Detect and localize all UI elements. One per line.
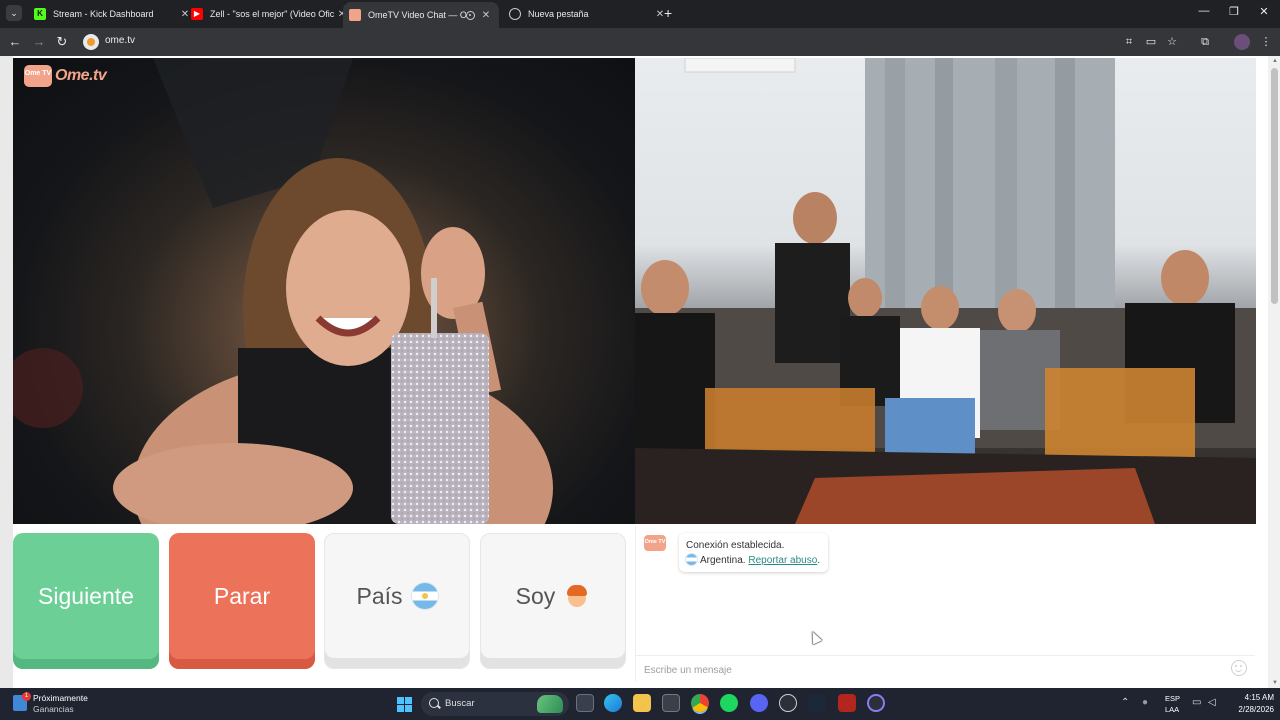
- spotify-icon[interactable]: [720, 694, 738, 712]
- next-button[interactable]: Siguiente: [13, 533, 159, 669]
- windows-start-icon[interactable]: [397, 697, 412, 712]
- search-highlight-icon: [537, 695, 563, 713]
- tab-title: Nueva pestaña: [528, 9, 589, 19]
- chrome-icon[interactable]: [691, 694, 709, 712]
- taskbar-clock-time[interactable]: 4:15 AM: [1234, 693, 1274, 702]
- ometv-icon: [349, 9, 361, 21]
- tab-close-icon[interactable]: ✕: [479, 10, 493, 21]
- widgets-badge: 1: [22, 692, 31, 701]
- reload-icon[interactable]: ↻: [54, 34, 70, 50]
- ometv-chat-badge-icon: Ome TV: [644, 535, 666, 551]
- input-language[interactable]: ESP: [1165, 694, 1180, 703]
- country-button-label: País: [356, 582, 403, 609]
- steam-icon[interactable]: [808, 694, 826, 712]
- recording-indicator-icon: [466, 10, 475, 20]
- emoji-picker-icon[interactable]: [1231, 660, 1247, 676]
- widget-subtitle[interactable]: Ganancias: [33, 704, 74, 714]
- obs-studio-icon[interactable]: [867, 694, 885, 712]
- system-message-bubble: Conexión establecida. Argentina. Reporta…: [679, 533, 829, 572]
- gender-button-label: Soy: [515, 582, 556, 609]
- extensions-icon[interactable]: ⧉: [1198, 35, 1212, 49]
- page-margin: [0, 56, 13, 688]
- tab-search-icon[interactable]: ⌄: [6, 5, 22, 21]
- microsoft-store-icon[interactable]: [662, 694, 680, 712]
- file-explorer-icon[interactable]: [633, 694, 651, 712]
- report-abuse-link[interactable]: Reportar abuso: [748, 555, 817, 566]
- app-icon[interactable]: [779, 694, 797, 712]
- forward-arrow-icon[interactable]: →: [31, 34, 47, 50]
- menu-kebab-icon[interactable]: ⋮: [1259, 35, 1273, 49]
- taskbar-search-box[interactable]: Buscar: [421, 692, 569, 716]
- page-scrollbar[interactable]: ▲ ▼: [1268, 56, 1280, 688]
- ometv-logo-wordmark: Ome.tv: [55, 67, 107, 84]
- game-launcher-icon[interactable]: [838, 694, 856, 712]
- tab-title: OmeTV Video Chat — Ome: [368, 10, 466, 20]
- tab-ometv[interactable]: OmeTV Video Chat — Ome ✕: [343, 2, 499, 28]
- ometv-logo-icon: Ome TV: [24, 65, 52, 87]
- restore-icon[interactable]: ❐: [1224, 5, 1244, 18]
- gender-selector-button[interactable]: Soy: [480, 533, 626, 669]
- ometv-logo[interactable]: Ome TV Ome.tv: [24, 65, 107, 87]
- back-arrow-icon[interactable]: ←: [7, 34, 23, 50]
- argentina-flag-icon: [411, 583, 438, 609]
- address-bar[interactable]: ome.tv: [105, 35, 135, 46]
- microphone-icon[interactable]: ●: [1142, 697, 1148, 708]
- ometv-page: Ome TV Ome.tv Siguiente Parar País Soy O…: [0, 56, 1280, 688]
- show-hidden-icons-chevron-icon[interactable]: ⌃: [1121, 697, 1129, 708]
- argentina-flag-icon: [686, 554, 697, 565]
- window-close-icon[interactable]: ✕: [1254, 5, 1274, 18]
- partner-country: Argentina.: [700, 555, 746, 566]
- network-icon[interactable]: ▭: [1192, 697, 1201, 708]
- youtube-icon: ▶: [191, 8, 203, 20]
- search-placeholder: Buscar: [445, 698, 475, 709]
- country-selector-button[interactable]: País: [324, 533, 470, 669]
- connection-status-text: Conexión establecida.: [686, 540, 785, 551]
- partner-country-line: Argentina. Reportar abuso.: [686, 553, 820, 568]
- widget-title[interactable]: Próximamente: [33, 693, 88, 703]
- browser-tab-strip: ⌄ K Stream - Kick Dashboard ✕ ▶ Zell - "…: [0, 0, 1280, 28]
- kick-icon: K: [34, 8, 46, 20]
- tab-title: Zell - "sos el mejor" (Video Ofic: [210, 9, 335, 19]
- profile-avatar-icon[interactable]: [1234, 34, 1250, 50]
- minimize-icon[interactable]: —: [1194, 5, 1214, 17]
- tab-youtube-video[interactable]: ▶ Zell - "sos el mejor" (Video Ofic ✕: [185, 2, 355, 26]
- cast-icon[interactable]: ▭: [1144, 35, 1158, 49]
- tab-kick-dashboard[interactable]: K Stream - Kick Dashboard ✕: [28, 2, 198, 26]
- next-button-label: Siguiente: [38, 582, 134, 609]
- scroll-up-icon[interactable]: ▲: [1272, 58, 1278, 64]
- edge-browser-icon[interactable]: [604, 694, 622, 712]
- globe-icon: [509, 8, 521, 20]
- stop-button[interactable]: Parar: [169, 533, 315, 669]
- stranger-video: Ome TV Ome.tv: [13, 58, 635, 524]
- self-camera-frame: [635, 58, 1256, 524]
- translate-icon[interactable]: ⌗: [1122, 35, 1136, 49]
- boy-avatar-icon: [564, 583, 590, 609]
- tab-new-tab[interactable]: Nueva pestaña ✕: [503, 2, 673, 26]
- stop-button-label: Parar: [213, 582, 271, 609]
- site-info-icon[interactable]: [83, 34, 99, 50]
- self-camera-video: [635, 58, 1256, 524]
- scroll-down-icon[interactable]: ▼: [1272, 680, 1278, 686]
- search-icon: [429, 698, 439, 708]
- keyboard-layout[interactable]: LAA: [1165, 705, 1179, 714]
- discord-icon[interactable]: [750, 694, 768, 712]
- chat-panel: Ome TV Conexión establecida. Argentina. …: [635, 525, 1256, 682]
- taskbar-clock-date[interactable]: 2/28/2026: [1224, 705, 1274, 714]
- tab-title: Stream - Kick Dashboard: [53, 9, 154, 19]
- message-input[interactable]: [642, 660, 1226, 680]
- new-tab-button[interactable]: +: [664, 5, 672, 21]
- trailing-period: .: [817, 555, 821, 566]
- stranger-video-frame: [13, 58, 553, 524]
- browser-toolbar: ← → ↻ ome.tv ⌗ ▭ ☆ ⧉ ⋮: [0, 28, 1280, 56]
- task-view-icon[interactable]: [576, 694, 594, 712]
- scrollbar-thumb[interactable]: [1271, 68, 1278, 304]
- volume-icon[interactable]: ◁: [1208, 697, 1216, 708]
- bookmark-star-icon[interactable]: ☆: [1165, 35, 1179, 49]
- message-composer: [636, 655, 1255, 682]
